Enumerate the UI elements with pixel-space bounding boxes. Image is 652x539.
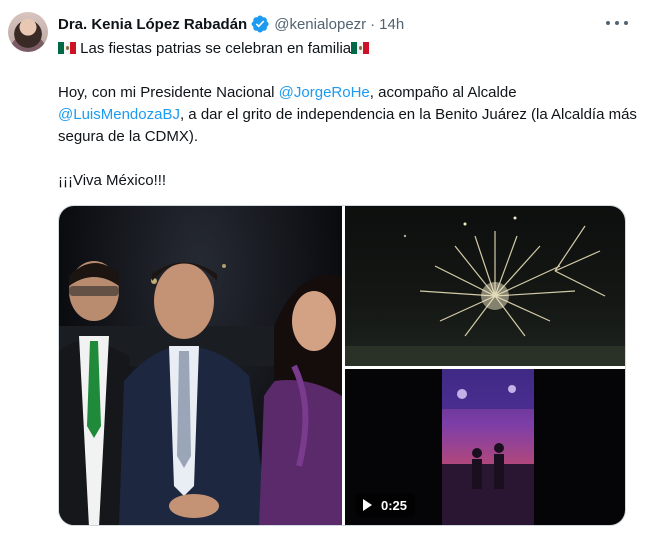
tweet-card[interactable]: Dra. Kenia López Rabadán @kenialopezr · … — [0, 0, 652, 539]
more-options-icon[interactable] — [606, 14, 628, 32]
tweet-line-1: Las fiestas patrias se celebran en famil… — [58, 38, 638, 60]
video-thumbnail[interactable]: 0:25 — [345, 369, 625, 525]
photo-group-portrait[interactable] — [59, 206, 342, 525]
author-handle[interactable]: @kenialopezr — [274, 16, 366, 33]
play-icon[interactable] — [363, 499, 372, 511]
mention-luismendozabj[interactable]: @LuisMendozaBJ — [58, 106, 180, 123]
media-grid: 0:25 — [58, 205, 626, 526]
tweet-line-1-text: Las fiestas patrias se celebran en famil… — [80, 40, 352, 57]
separator-dot: · — [370, 15, 376, 33]
tweet-paragraph-3: ¡¡¡Viva México!!! — [58, 172, 167, 189]
concert-stage-illustration — [442, 369, 534, 525]
mexico-flag-icon — [351, 42, 370, 54]
tweet-header: Dra. Kenia López Rabadán @kenialopezr · … — [58, 13, 404, 35]
mention-jorgerohe[interactable]: @JorgeRoHe — [279, 84, 370, 101]
timestamp[interactable]: 14h — [379, 16, 404, 33]
fireworks-illustration — [345, 216, 625, 366]
photo-fireworks[interactable] — [345, 206, 625, 366]
tweet-text: Las fiestas patrias se celebran en famil… — [58, 38, 638, 192]
p2-prefix: Hoy, con mi Presidente Nacional — [58, 84, 279, 101]
video-play-badge[interactable]: 0:25 — [355, 493, 416, 517]
verified-badge-icon[interactable] — [250, 14, 270, 34]
concert-stage-image — [442, 369, 534, 525]
video-duration: 0:25 — [381, 497, 408, 513]
group-portrait-illustration — [59, 261, 342, 525]
tweet-paragraph-2: Hoy, con mi Presidente Nacional @JorgeRo… — [58, 82, 638, 148]
author-name[interactable]: Dra. Kenia López Rabadán — [58, 16, 247, 33]
p2-mid: , acompaño al Alcalde — [369, 84, 517, 101]
avatar[interactable] — [8, 12, 48, 52]
mexico-flag-icon — [58, 42, 76, 54]
